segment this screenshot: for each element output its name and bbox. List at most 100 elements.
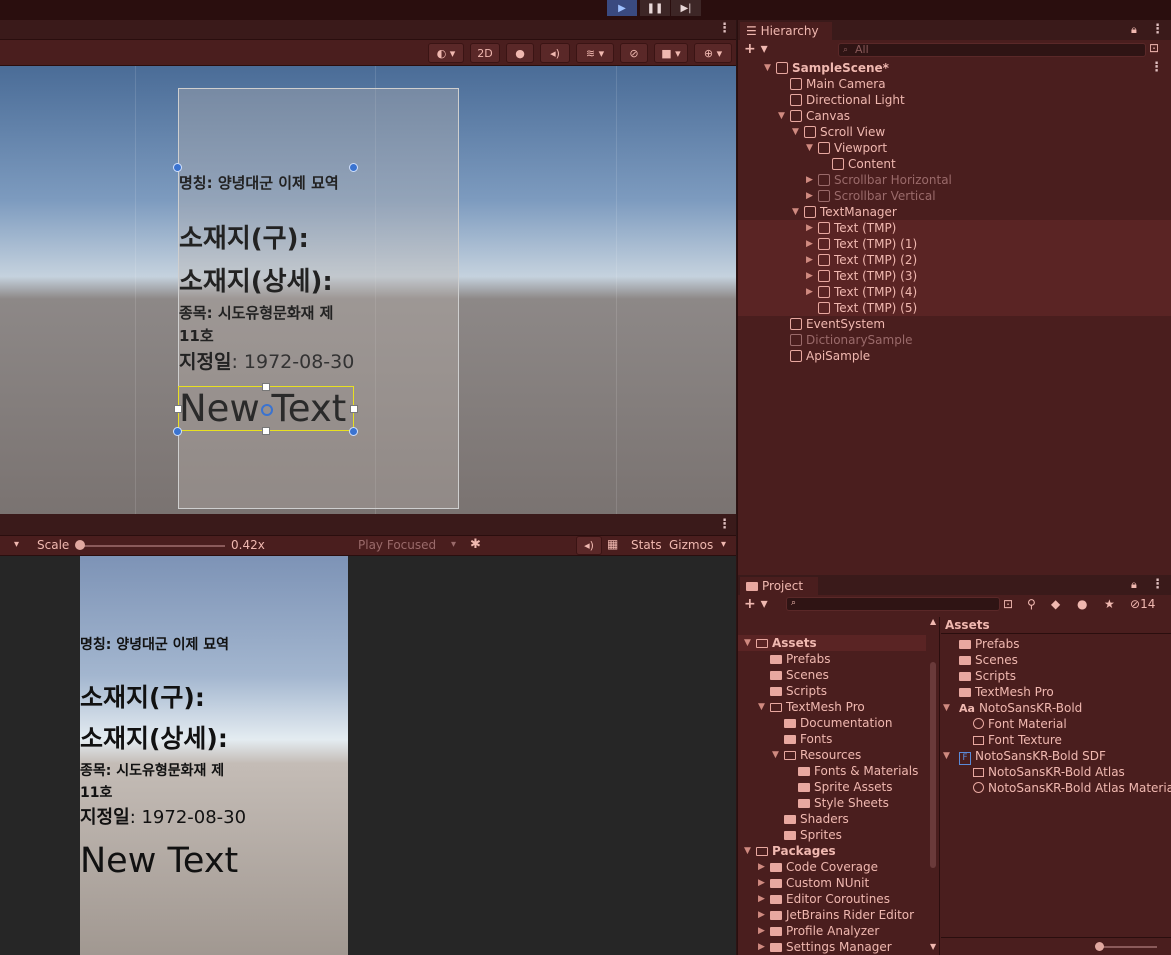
hierarchy-more-icon[interactable]: ⋮ [1151,22,1164,37]
collapse-arrow-icon[interactable]: ▶ [806,220,813,236]
project-folder-item[interactable]: ▶ Profile Analyzer [738,923,926,939]
asset-item[interactable]: ▼ F NotoSansKR-Bold SDF [941,748,1171,765]
hierarchy-item[interactable]: ▶ Text (TMP) (3) [738,268,1171,284]
project-folder-item[interactable]: ▼ Assets [738,635,926,651]
collapse-arrow-icon[interactable]: ▶ [758,891,765,907]
lock-icon[interactable]: 🔒︎ [1131,578,1137,592]
filter-type-icon[interactable]: ⚲ [1027,597,1036,611]
gizmos-button[interactable]: Gizmos [669,538,713,552]
project-tab[interactable]: Project [740,577,818,595]
rect-handle[interactable] [173,163,182,172]
scene-menu-icon[interactable]: ⋮ [1150,60,1163,76]
asset-item[interactable]: NotoSansKR-Bold Atlas [941,764,1171,780]
hierarchy-item[interactable]: ▶ Scrollbar Vertical [738,188,1171,204]
hierarchy-item[interactable]: ▶ Text (TMP) [738,220,1171,236]
collapse-arrow-icon[interactable]: ▶ [806,284,813,300]
project-folder-item[interactable]: Style Sheets [738,795,926,811]
effects-dropdown[interactable]: ≋ ▾ [576,43,614,63]
scene-view[interactable]: 명칭: 양녕대군 이제 묘역 소재지(구): 소재지(상세): 종목: 시도유형… [0,66,736,514]
chevron-down-icon[interactable]: ▾ [721,539,726,550]
hierarchy-item[interactable]: Content [738,156,1171,172]
scale-slider-handle[interactable] [75,540,85,550]
label-icon[interactable]: ◆ [1051,597,1060,611]
rect-handle[interactable] [350,405,358,413]
display-dropdown-icon[interactable]: ▾ [14,539,19,550]
scale-slider[interactable] [80,545,225,547]
asset-item[interactable]: Font Material [941,716,1171,732]
rect-handle[interactable] [262,383,270,391]
expand-arrow-icon[interactable]: ▼ [764,60,771,76]
project-folder-item[interactable]: Documentation [738,715,926,731]
collapse-arrow-icon[interactable]: ▶ [806,268,813,284]
project-folder-item[interactable]: ▼ Packages [738,843,926,859]
game-more-icon[interactable]: ⋮ [718,517,731,532]
lock-icon[interactable]: 🔒︎ [1131,23,1137,37]
project-folder-item[interactable]: ▶ Editor Coroutines [738,891,926,907]
collapse-arrow-icon[interactable]: ▶ [758,939,765,955]
expand-arrow-icon[interactable]: ▼ [792,204,799,220]
icon-size-slider-handle[interactable] [1095,942,1104,951]
project-folder-item[interactable]: Prefabs [738,651,926,667]
warning-icon[interactable]: ● [1077,597,1087,611]
shading-mode-dropdown[interactable]: ◐ ▾ [428,43,464,63]
play-button[interactable]: ▶ [607,0,637,16]
asset-item[interactable]: NotoSansKR-Bold Atlas Material [941,780,1171,796]
hierarchy-item[interactable]: ▶ Text (TMP) (2) [738,252,1171,268]
asset-item[interactable]: ▼ Aa NotoSansKR-Bold [941,700,1171,716]
gizmos-dropdown[interactable]: ⊕ ▾ [694,43,732,63]
lighting-toggle[interactable]: ● [506,43,534,63]
hierarchy-item[interactable]: ▶ Text (TMP) (1) [738,236,1171,252]
collapse-arrow-icon[interactable]: ▶ [806,252,813,268]
hierarchy-search-input[interactable]: ⌕ All [838,43,1146,57]
hierarchy-item[interactable]: ▼ SampleScene* ⋮ [738,60,1171,76]
rect-handle[interactable] [174,405,182,413]
project-folder-item[interactable]: Sprite Assets [738,779,926,795]
stats-button[interactable]: Stats [631,538,662,552]
scrollbar-thumb[interactable] [930,662,936,868]
pivot-handle[interactable] [261,404,273,416]
collapse-arrow-icon[interactable]: ▶ [758,923,765,939]
hierarchy-item[interactable]: ▼ Canvas [738,108,1171,124]
project-folder-item[interactable]: Sprites [738,827,926,843]
asset-item[interactable]: Font Texture [941,732,1171,748]
audio-toggle[interactable]: ◂) [540,43,570,63]
collapse-arrow-icon[interactable]: ▶ [758,859,765,875]
expand-arrow-icon[interactable]: ▼ [744,843,751,859]
collapse-arrow-icon[interactable]: ▶ [806,188,813,204]
hierarchy-item[interactable]: ▼ Viewport [738,140,1171,156]
asset-item[interactable]: TextMesh Pro [941,684,1171,700]
expand-arrow-icon[interactable]: ▼ [792,124,799,140]
scroll-up-icon[interactable]: ▲ [930,617,936,626]
toggle-2d-button[interactable]: 2D [470,43,500,63]
rect-handle[interactable] [349,163,358,172]
canvas-rect[interactable] [178,88,459,509]
project-more-icon[interactable]: ⋮ [1151,577,1164,592]
step-button[interactable]: ▶| [671,0,701,16]
project-folder-item[interactable]: Fonts [738,731,926,747]
project-folder-item[interactable]: Scripts [738,683,926,699]
expand-arrow-icon[interactable]: ▼ [806,140,813,156]
asset-item[interactable]: Prefabs [941,636,1171,652]
icon-size-slider[interactable] [1097,946,1157,948]
mute-audio-toggle[interactable]: ◂) [576,536,602,555]
collapse-arrow-icon[interactable]: ▶ [806,172,813,188]
project-folder-item[interactable]: ▶ Code Coverage [738,859,926,875]
scene-visibility-toggle[interactable]: ⊘ [620,43,648,63]
hierarchy-item[interactable]: Main Camera [738,76,1171,92]
layout-grid-icon[interactable]: ▦ [607,537,618,551]
expand-arrow-icon[interactable]: ▼ [943,748,950,764]
collapse-arrow-icon[interactable]: ▶ [758,907,765,923]
project-folder-item[interactable]: ▼ Resources [738,747,926,763]
create-dropdown[interactable]: + ▾ [744,596,768,612]
create-dropdown[interactable]: + ▾ [744,41,768,57]
project-folder-item[interactable]: ▼ TextMesh Pro [738,699,926,715]
hierarchy-item[interactable]: ApiSample [738,348,1171,364]
search-filter-icon[interactable]: ⊡ [1149,41,1159,55]
rect-handle[interactable] [262,427,270,435]
game-view[interactable]: 명칭: 양녕대군 이제 묘역 소재지(구): 소재지(상세): 종목: 시도유형… [0,556,736,955]
collapse-arrow-icon[interactable]: ▶ [806,236,813,252]
rect-handle[interactable] [349,427,358,436]
hierarchy-item[interactable]: Directional Light [738,92,1171,108]
project-folder-item[interactable]: ▶ Settings Manager [738,939,926,955]
expand-arrow-icon[interactable]: ▼ [778,108,785,124]
